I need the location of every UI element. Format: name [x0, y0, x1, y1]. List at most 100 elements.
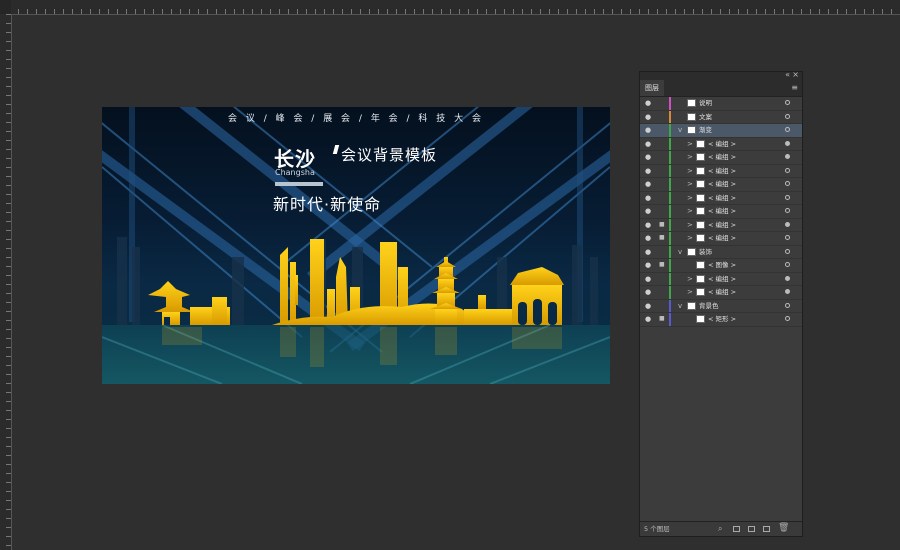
- chevron-icon[interactable]: >: [687, 273, 693, 286]
- layer-row[interactable]: ● > < 编组 >: [640, 205, 802, 219]
- vertical-ruler[interactable]: [0, 14, 12, 550]
- layer-name[interactable]: < 矩形 >: [708, 313, 736, 326]
- eye-icon[interactable]: ●: [645, 124, 651, 137]
- eye-icon[interactable]: ●: [645, 219, 651, 232]
- layer-name[interactable]: 渐变: [699, 124, 712, 137]
- layer-name[interactable]: < 编组 >: [708, 286, 736, 299]
- target-circle-icon[interactable]: [785, 248, 790, 254]
- target-circle-icon[interactable]: [785, 208, 790, 213]
- layer-name[interactable]: < 编组 >: [708, 138, 736, 151]
- target-circle-icon[interactable]: [785, 140, 790, 146]
- artboard[interactable]: 会 议 / 峰 会 / 展 会 / 年 会 / 科 技 大 会 长沙 会议背景模…: [102, 107, 610, 384]
- close-panel-icon[interactable]: ×: [792, 70, 799, 79]
- eye-icon[interactable]: ●: [645, 313, 651, 326]
- layer-row[interactable]: ● > < 编组 >: [640, 137, 802, 151]
- layer-name[interactable]: < 编组 >: [708, 205, 736, 218]
- layer-name[interactable]: < 编组 >: [708, 165, 736, 178]
- target-circle-icon[interactable]: [785, 316, 790, 321]
- layer-name[interactable]: < 编组 >: [708, 232, 736, 245]
- new-sublayer-icon[interactable]: [748, 526, 755, 532]
- tab-layers[interactable]: 图层: [640, 80, 664, 96]
- search-icon[interactable]: ⌕: [718, 524, 722, 534]
- chevron-icon[interactable]: >: [687, 232, 693, 245]
- chevron-icon[interactable]: >: [687, 219, 693, 232]
- layer-row[interactable]: ● 文案: [640, 110, 802, 124]
- horizontal-ruler[interactable]: [0, 0, 900, 15]
- target-circle-icon[interactable]: [785, 154, 790, 159]
- chevron-icon[interactable]: >: [687, 165, 693, 178]
- lock-icon[interactable]: ■: [659, 219, 665, 232]
- chevron-icon[interactable]: >: [687, 151, 693, 164]
- eye-icon[interactable]: ●: [645, 165, 651, 178]
- layer-row[interactable]: ● > < 编组 >: [640, 272, 802, 286]
- layer-row[interactable]: ● ■ > < 编组 >: [640, 232, 802, 246]
- layer-name[interactable]: < 编组 >: [708, 151, 736, 164]
- layer-name[interactable]: < 图像 >: [708, 259, 736, 272]
- layer-row[interactable]: ● 说明: [640, 97, 802, 111]
- target-circle-icon[interactable]: [785, 221, 790, 227]
- layer-row[interactable]: ● > < 编组 >: [640, 191, 802, 205]
- target-circle-icon[interactable]: [785, 289, 790, 294]
- lock-icon[interactable]: ■: [659, 259, 665, 272]
- layer-row[interactable]: ● v 背景色: [640, 299, 802, 313]
- panel-menu-icon[interactable]: ≡: [791, 83, 798, 92]
- eye-icon[interactable]: ●: [645, 138, 651, 151]
- target-circle-icon[interactable]: [785, 194, 790, 200]
- eye-icon[interactable]: ●: [645, 246, 651, 259]
- layer-name[interactable]: 装饰: [699, 246, 712, 259]
- panel-title-bar[interactable]: « ×: [640, 70, 802, 80]
- layer-row[interactable]: ● > < 编组 >: [640, 151, 802, 165]
- target-circle-icon[interactable]: [785, 127, 790, 132]
- layer-row[interactable]: ● ■ < 图像 >: [640, 259, 802, 273]
- target-circle-icon[interactable]: [785, 302, 790, 308]
- chevron-icon[interactable]: v: [678, 124, 682, 137]
- layer-row[interactable]: ● > < 编组 >: [640, 164, 802, 178]
- chevron-icon[interactable]: v: [678, 246, 682, 259]
- eye-icon[interactable]: ●: [645, 178, 651, 191]
- layers-panel[interactable]: « × 图层 ≡ ● 说明 ● 文案 ● v 渐变 ● > < 编组 > ● > < 编组 > ● > < 编…: [639, 70, 803, 537]
- layer-row[interactable]: ● ■ > < 编组 >: [640, 218, 802, 232]
- chevron-icon[interactable]: >: [687, 205, 693, 218]
- layer-row[interactable]: ● v 装饰: [640, 245, 802, 259]
- new-layer-icon[interactable]: [763, 526, 770, 532]
- layer-name[interactable]: < 编组 >: [708, 178, 736, 191]
- layer-row[interactable]: ● ■ < 矩形 >: [640, 313, 802, 327]
- trash-icon[interactable]: 🗑: [778, 523, 789, 533]
- layer-name[interactable]: 文案: [699, 111, 712, 124]
- layer-name[interactable]: 说明: [699, 97, 712, 110]
- chevron-icon[interactable]: >: [687, 192, 693, 205]
- target-circle-icon[interactable]: [785, 235, 790, 240]
- chevron-icon[interactable]: >: [687, 138, 693, 151]
- eye-icon[interactable]: ●: [645, 286, 651, 299]
- lock-icon[interactable]: ■: [659, 232, 665, 245]
- layer-row[interactable]: ● > < 编组 >: [640, 178, 802, 192]
- collapse-panel-icon[interactable]: «: [785, 70, 790, 79]
- layer-row[interactable]: ● > < 编组 >: [640, 286, 802, 300]
- eye-icon[interactable]: ●: [645, 205, 651, 218]
- chevron-icon[interactable]: >: [687, 178, 693, 191]
- lock-icon[interactable]: ■: [659, 313, 665, 326]
- chevron-icon[interactable]: >: [687, 286, 693, 299]
- target-circle-icon[interactable]: [785, 262, 790, 267]
- eye-icon[interactable]: ●: [645, 232, 651, 245]
- eye-icon[interactable]: ●: [645, 273, 651, 286]
- clipping-mask-icon[interactable]: [733, 526, 740, 532]
- eye-icon[interactable]: ●: [645, 259, 651, 272]
- eye-icon[interactable]: ●: [645, 151, 651, 164]
- target-circle-icon[interactable]: [785, 167, 790, 173]
- layer-name[interactable]: < 编组 >: [708, 192, 736, 205]
- eye-icon[interactable]: ●: [645, 300, 651, 313]
- target-circle-icon[interactable]: [785, 100, 790, 105]
- eye-icon[interactable]: ●: [645, 192, 651, 205]
- layer-name[interactable]: < 编组 >: [708, 219, 736, 232]
- layer-name[interactable]: 背景色: [699, 300, 719, 313]
- layer-row[interactable]: ● v 渐变: [640, 124, 802, 138]
- chevron-icon[interactable]: v: [678, 300, 682, 313]
- target-circle-icon[interactable]: [785, 181, 790, 186]
- layer-name[interactable]: < 编组 >: [708, 273, 736, 286]
- eye-icon[interactable]: ●: [645, 111, 651, 124]
- ruler-origin[interactable]: [0, 0, 11, 14]
- eye-icon[interactable]: ●: [645, 97, 651, 110]
- target-circle-icon[interactable]: [785, 113, 790, 119]
- target-circle-icon[interactable]: [785, 275, 790, 281]
